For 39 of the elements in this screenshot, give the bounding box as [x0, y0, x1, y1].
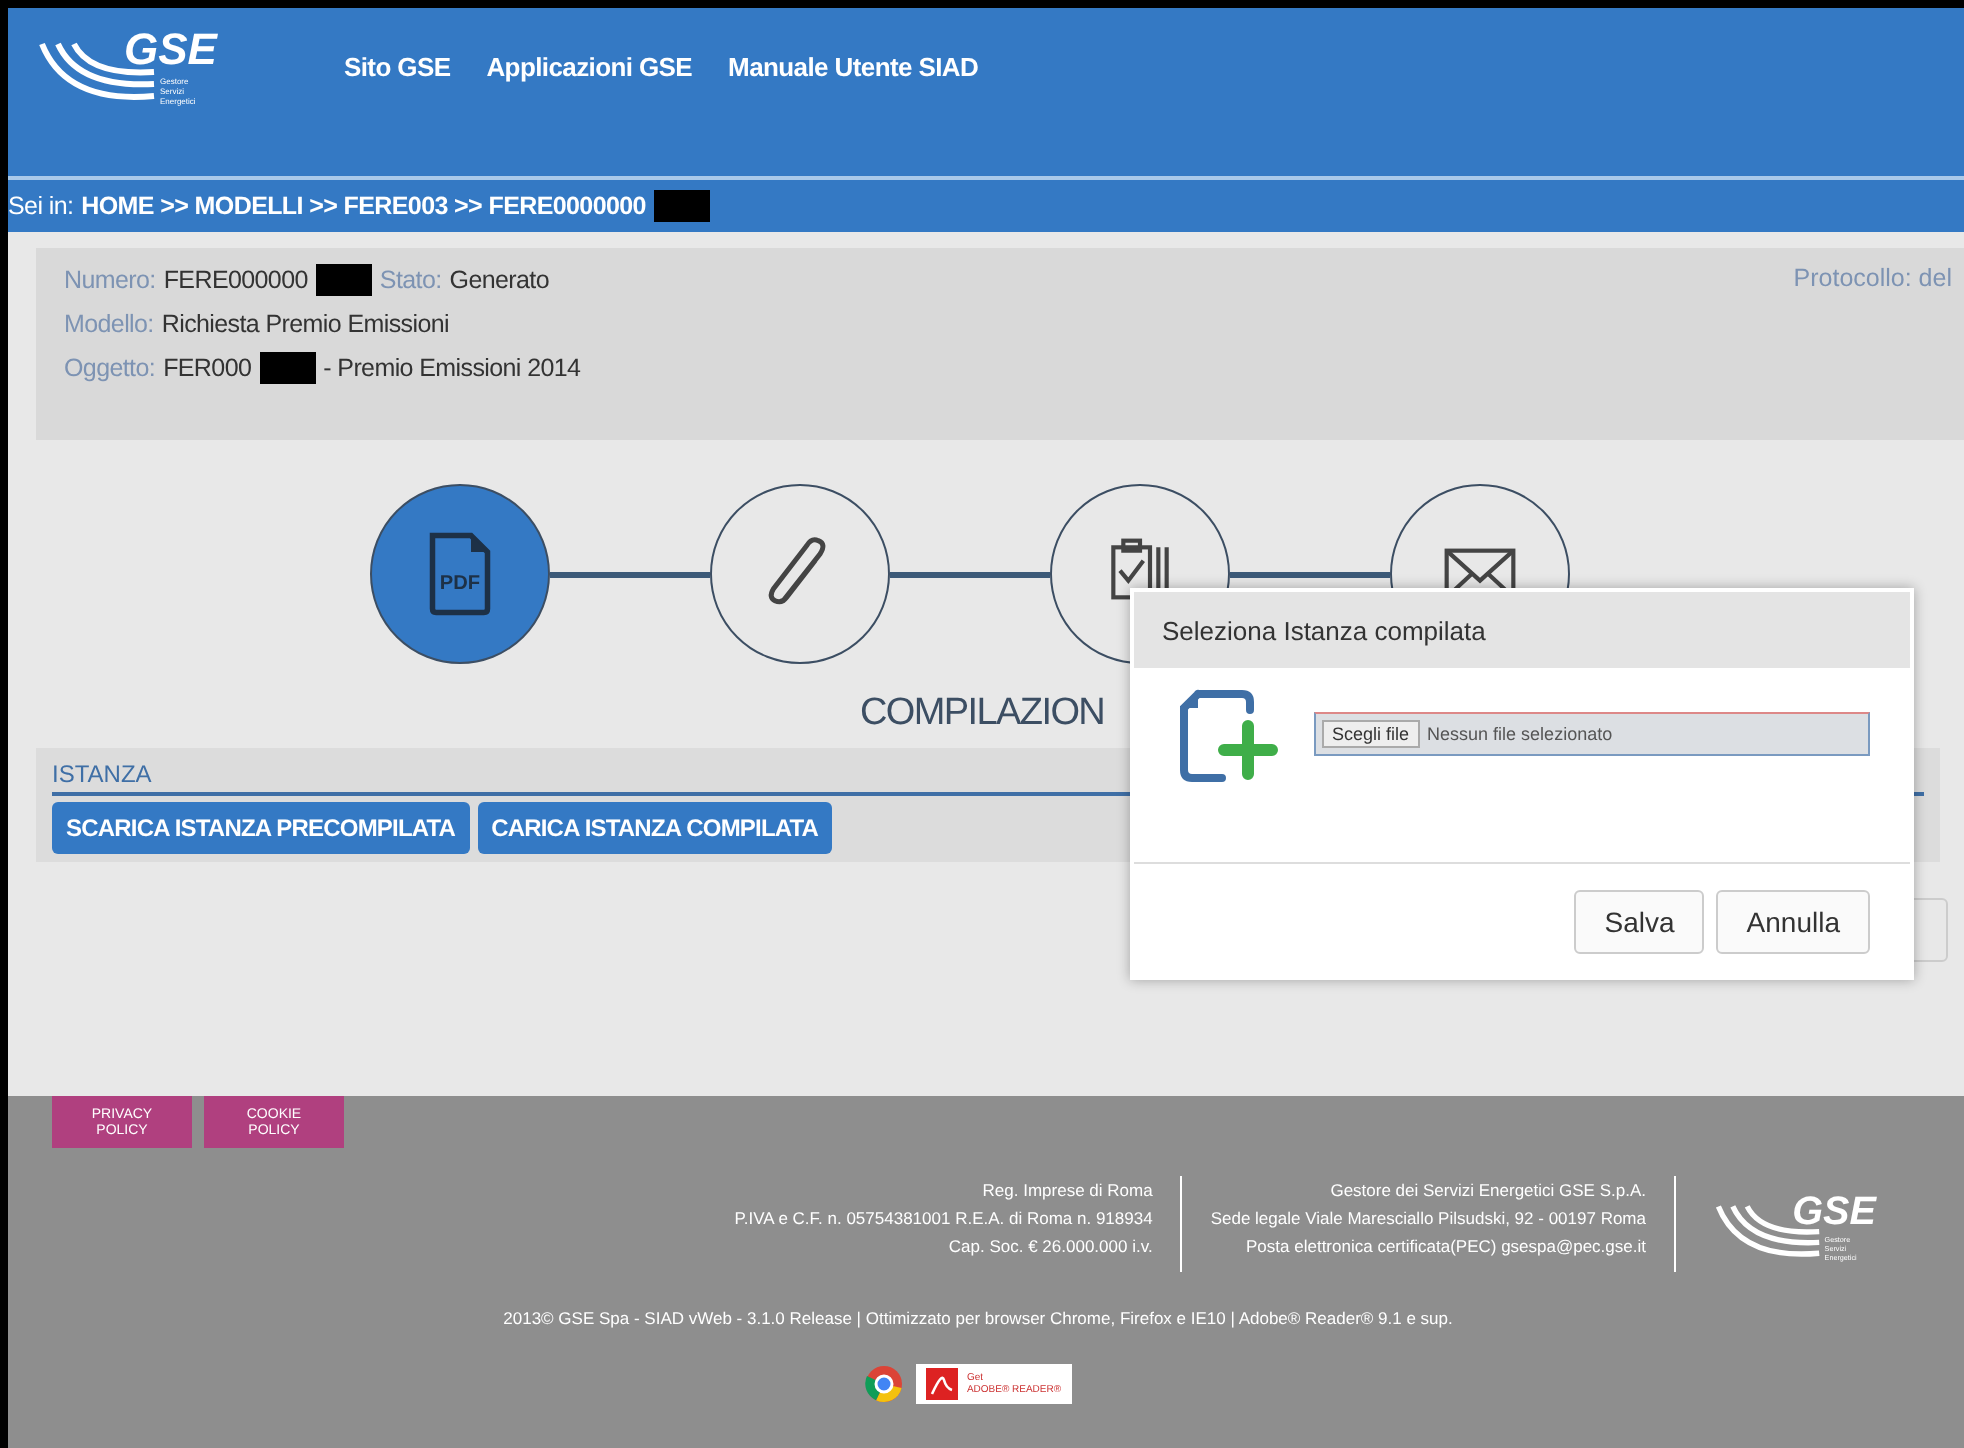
- protocol-label: Protocollo: del: [1793, 264, 1952, 296]
- step-circle[interactable]: PDF: [370, 484, 550, 664]
- breadcrumb-label: Sei in:: [8, 192, 74, 220]
- action-button[interactable]: CARICA ISTANZA COMPILATA: [477, 802, 833, 854]
- field-label: Stato:: [379, 266, 442, 294]
- section-label: ISTANZA: [52, 760, 152, 788]
- acrobat-icon: [926, 1368, 959, 1400]
- logo-text: GSE: [124, 24, 217, 76]
- nav-link[interactable]: Applicazioni GSE: [486, 52, 693, 82]
- footer-text: Gestore dei Servizi Energetici GSE S.p.A.: [1330, 1178, 1646, 1204]
- copyright-text: 2013© GSE Spa - SIAD vWeb - 3.1.0 Release | Ottimizzato per browser Chrome, Firefox e IE10 | Adobe® Reader® 9.1 e sup.: [501, 1308, 1455, 1328]
- section-title: COMPILAZION: [860, 692, 1105, 736]
- footer-text: P.IVA e C.F. n. 05754381001 R.E.A. di Roma n. 918934: [734, 1206, 1153, 1232]
- nav-link[interactable]: Manuale Utente SIAD: [728, 52, 979, 82]
- dialog-button[interactable]: Salva: [1574, 890, 1705, 954]
- footer-text: Sede legale Viale Maresciallo Pilsudski, 92 - 00197 Roma: [1210, 1206, 1646, 1232]
- choose-file-button[interactable]: Scegli file: [1322, 720, 1420, 748]
- field-label: Numero:: [64, 266, 156, 294]
- field-value: - Premio Emissioni 2014: [323, 354, 581, 382]
- footer-text: Reg. Imprese di Roma: [982, 1178, 1153, 1204]
- field-label: Oggetto:: [64, 354, 156, 382]
- footer-text: Posta elettronica certificata(PEC) gsespa@pec.gse.it: [1246, 1234, 1646, 1260]
- breadcrumb-path: HOME >> MODELLI >> FERE003 >> FERE0000000: [81, 192, 646, 220]
- add-file-icon: [1178, 684, 1278, 788]
- field-value: Richiesta Premio Emissioni: [161, 310, 449, 338]
- field-value: Generato: [449, 266, 549, 294]
- field-value: FER000: [163, 354, 252, 382]
- footer-text: Cap. Soc. € 26.000.000 i.v.: [948, 1234, 1153, 1260]
- browser-logo-icon[interactable]: [864, 1364, 905, 1404]
- logo-text: GSE: [1792, 1188, 1876, 1236]
- file-status-text: Nessun file selezionato: [1427, 724, 1613, 744]
- nav-link[interactable]: Sito GSE: [344, 52, 451, 82]
- dialog-button[interactable]: Annulla: [1716, 890, 1870, 954]
- step-circle[interactable]: [710, 484, 890, 664]
- dialog-title: Seleziona Istanza compilata: [1162, 615, 1486, 645]
- file-input-field[interactable]: Scegli file Nessun file selezionato: [1314, 712, 1870, 756]
- field-value: FERE000000: [163, 266, 308, 294]
- action-button[interactable]: SCARICA ISTANZA PRECOMPILATA: [52, 802, 470, 854]
- field-label: Modello:: [64, 310, 154, 338]
